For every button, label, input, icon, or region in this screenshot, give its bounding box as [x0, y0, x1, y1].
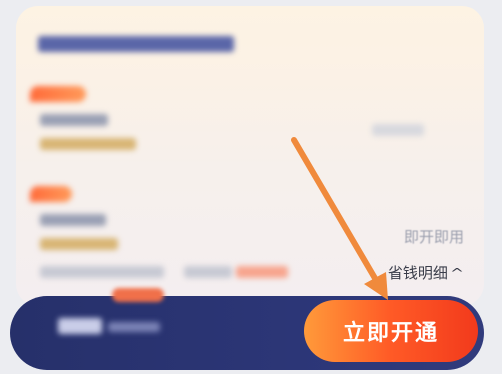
savings-details-label: 省钱明细	[387, 264, 448, 282]
offer-title	[40, 114, 108, 126]
savings-details-link[interactable]: 省钱明细 ^	[387, 262, 465, 283]
promo-tag	[112, 288, 164, 302]
blurred-price	[58, 318, 162, 334]
offer-subtitle	[40, 138, 136, 150]
offer-title-2	[40, 214, 106, 226]
offer-side-text	[372, 124, 424, 136]
chevron-up-icon: ^	[449, 265, 465, 280]
card-title	[38, 36, 234, 57]
instant-use-label: 即开即用	[403, 228, 464, 246]
offer-badge	[30, 86, 86, 102]
price-line-b	[184, 266, 232, 278]
offer-subtitle-2	[40, 238, 118, 250]
price-line-c	[236, 266, 288, 278]
offer-badge-2	[30, 186, 72, 202]
open-now-button[interactable]: 立即开通	[304, 300, 478, 362]
price-line-a	[40, 266, 164, 278]
